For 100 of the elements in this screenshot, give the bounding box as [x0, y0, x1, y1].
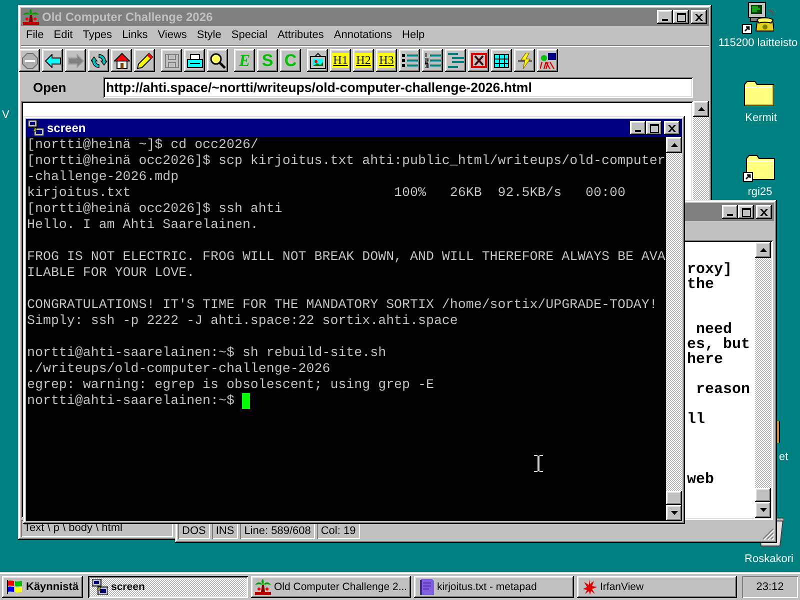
- taskbar-button[interactable]: screen: [88, 576, 248, 598]
- bulleted-list-icon: [402, 53, 418, 68]
- palm-tree-icon: [255, 579, 271, 595]
- heading-button[interactable]: H3: [376, 49, 397, 72]
- stop-sign-icon: [22, 52, 38, 68]
- icon-label[interactable]: rgi25: [720, 186, 800, 199]
- terminal-line: kirjoitus.txt 100% 26KB 92.5KB/s 00:00: [27, 185, 626, 201]
- text-line: here: [687, 352, 724, 367]
- text-line: roxy]: [687, 262, 732, 277]
- minimize-icon: [635, 130, 641, 132]
- maximize-icon: [650, 124, 658, 132]
- notepad-icon: [418, 579, 434, 595]
- folder-shortcut-icon: [743, 154, 775, 182]
- left-arrow-icon: [44, 54, 60, 68]
- menu-item[interactable]: Help: [397, 28, 430, 43]
- text-line: web: [687, 472, 714, 487]
- toolbar-button[interactable]: [491, 49, 512, 72]
- toolbar-button[interactable]: [111, 49, 132, 72]
- table-grid-icon: [494, 54, 509, 68]
- resize-grip-icon: [762, 528, 774, 540]
- menu-item[interactable]: File: [21, 28, 49, 43]
- maximize-icon: [742, 208, 750, 216]
- menu-item[interactable]: Attributes: [272, 28, 329, 43]
- close-button[interactable]: [756, 205, 772, 219]
- menu-item[interactable]: Special: [226, 28, 272, 43]
- icon-label[interactable]: V: [2, 109, 10, 122]
- menu-item[interactable]: Annotations: [328, 28, 398, 43]
- scroll-thumb[interactable]: [666, 491, 682, 505]
- toolbar-button[interactable]: [134, 49, 155, 72]
- minimize-icon: [727, 214, 733, 216]
- toolbar-button[interactable]: [88, 49, 109, 72]
- address-label: Open: [33, 80, 68, 96]
- scroll-thumb[interactable]: [755, 488, 771, 502]
- taskbar-button[interactable]: Old Computer Challenge 2...: [251, 576, 411, 598]
- clock: 23:12: [742, 576, 798, 598]
- text-line: es, but: [687, 337, 750, 352]
- terminal-line: egrep: warning: egrep is obsolescent; using grep -E: [27, 377, 434, 393]
- i-beam-pointer-icon: [534, 455, 543, 472]
- terminal-line: FROG IS NOT ELECTRIC. FROG WILL NOT BREAK DOWN, AND WILL THEREFORE ALWAYS BE AVA: [27, 249, 666, 265]
- close-icon: [668, 124, 676, 132]
- taskbar-button[interactable]: IrfanView: [577, 576, 737, 598]
- pencil-icon: [136, 52, 152, 68]
- icon-label[interactable]: Roskakori: [740, 553, 798, 566]
- close-button[interactable]: [664, 121, 680, 135]
- picture-icon: [310, 52, 326, 68]
- maximize-button[interactable]: [673, 10, 689, 24]
- taskbar-button[interactable]: kirjoitus.txt - metapad: [414, 576, 574, 598]
- toolbar-button[interactable]: [468, 49, 489, 72]
- toolbar-button[interactable]: [422, 49, 443, 72]
- menu-item[interactable]: Links: [117, 28, 153, 43]
- scroll-up-button[interactable]: [755, 242, 771, 258]
- toolbar-button[interactable]: [445, 49, 466, 72]
- minimize-button[interactable]: [630, 121, 646, 135]
- search-icon: [210, 52, 226, 68]
- toolbar-button[interactable]: [42, 49, 63, 72]
- printer-icon: [186, 54, 202, 68]
- right-arrow-icon: [68, 54, 84, 68]
- heading-button[interactable]: H2: [353, 49, 374, 72]
- window-title: Old Computer Challenge 2026: [42, 10, 213, 24]
- menu-item[interactable]: Views: [152, 28, 192, 43]
- maximize-button[interactable]: [646, 121, 662, 135]
- scroll-down-button[interactable]: [666, 505, 682, 521]
- toolbar-button[interactable]: [207, 49, 228, 72]
- status-panel: Line: 589/608: [240, 523, 315, 539]
- splat-icon: [581, 579, 597, 595]
- palm-tree-icon: [23, 9, 39, 25]
- window-title: screen: [47, 120, 86, 136]
- text-line: reason: [695, 382, 750, 397]
- icon-label[interactable]: et: [779, 451, 788, 464]
- reload-icon: [90, 54, 106, 68]
- toolbar-button[interactable]: [514, 49, 535, 72]
- status-panel: DOS: [178, 523, 210, 539]
- indented-lines-icon: [448, 53, 464, 68]
- folder-icon: [743, 80, 775, 106]
- scroll-up-button[interactable]: [693, 101, 709, 117]
- menu-item[interactable]: Edit: [48, 28, 78, 43]
- toolbar-button[interactable]: [307, 49, 328, 72]
- terminal-line: ILABLE FOR YOUR LOVE.: [27, 265, 195, 281]
- toolbar-button[interactable]: [184, 49, 205, 72]
- icon-label[interactable]: 115200 laitteisto: [716, 37, 800, 50]
- maximize-button[interactable]: [738, 205, 754, 219]
- minimize-button[interactable]: [722, 205, 738, 219]
- down-arrow-icon: [760, 508, 766, 512]
- start-button[interactable]: Käynnistä: [2, 576, 83, 598]
- toolbar-button[interactable]: [537, 49, 558, 72]
- terminal-line: CONGRATULATIONS! IT'S TIME FOR THE MANDATORY SORTIX /home/sortix/UPGRADE-TODAY!: [27, 297, 658, 313]
- toolbar-button[interactable]: [399, 49, 420, 72]
- menu-item[interactable]: Types: [78, 28, 118, 43]
- close-button[interactable]: [691, 10, 707, 24]
- heading-button[interactable]: H1: [330, 49, 351, 72]
- minimize-button[interactable]: [657, 10, 673, 24]
- terminal-line: nortti@ahti-saarelainen:~$ sh rebuild-site.sh: [27, 345, 386, 361]
- icon-label[interactable]: Kermit: [720, 112, 800, 125]
- toolbar-button[interactable]: [19, 49, 40, 72]
- terminal-line: Simply: ssh -p 2222 -J ahti.space:22 sortix.ahti.space: [27, 313, 458, 329]
- scroll-up-button[interactable]: [666, 137, 682, 153]
- crossed-box-icon: [470, 53, 486, 68]
- windows-logo-icon: [7, 580, 23, 594]
- url-field[interactable]: http://ahti.space/~nortti/writeups/old-computer-challenge-2026.html: [103, 77, 693, 98]
- menu-item[interactable]: Style: [192, 28, 226, 43]
